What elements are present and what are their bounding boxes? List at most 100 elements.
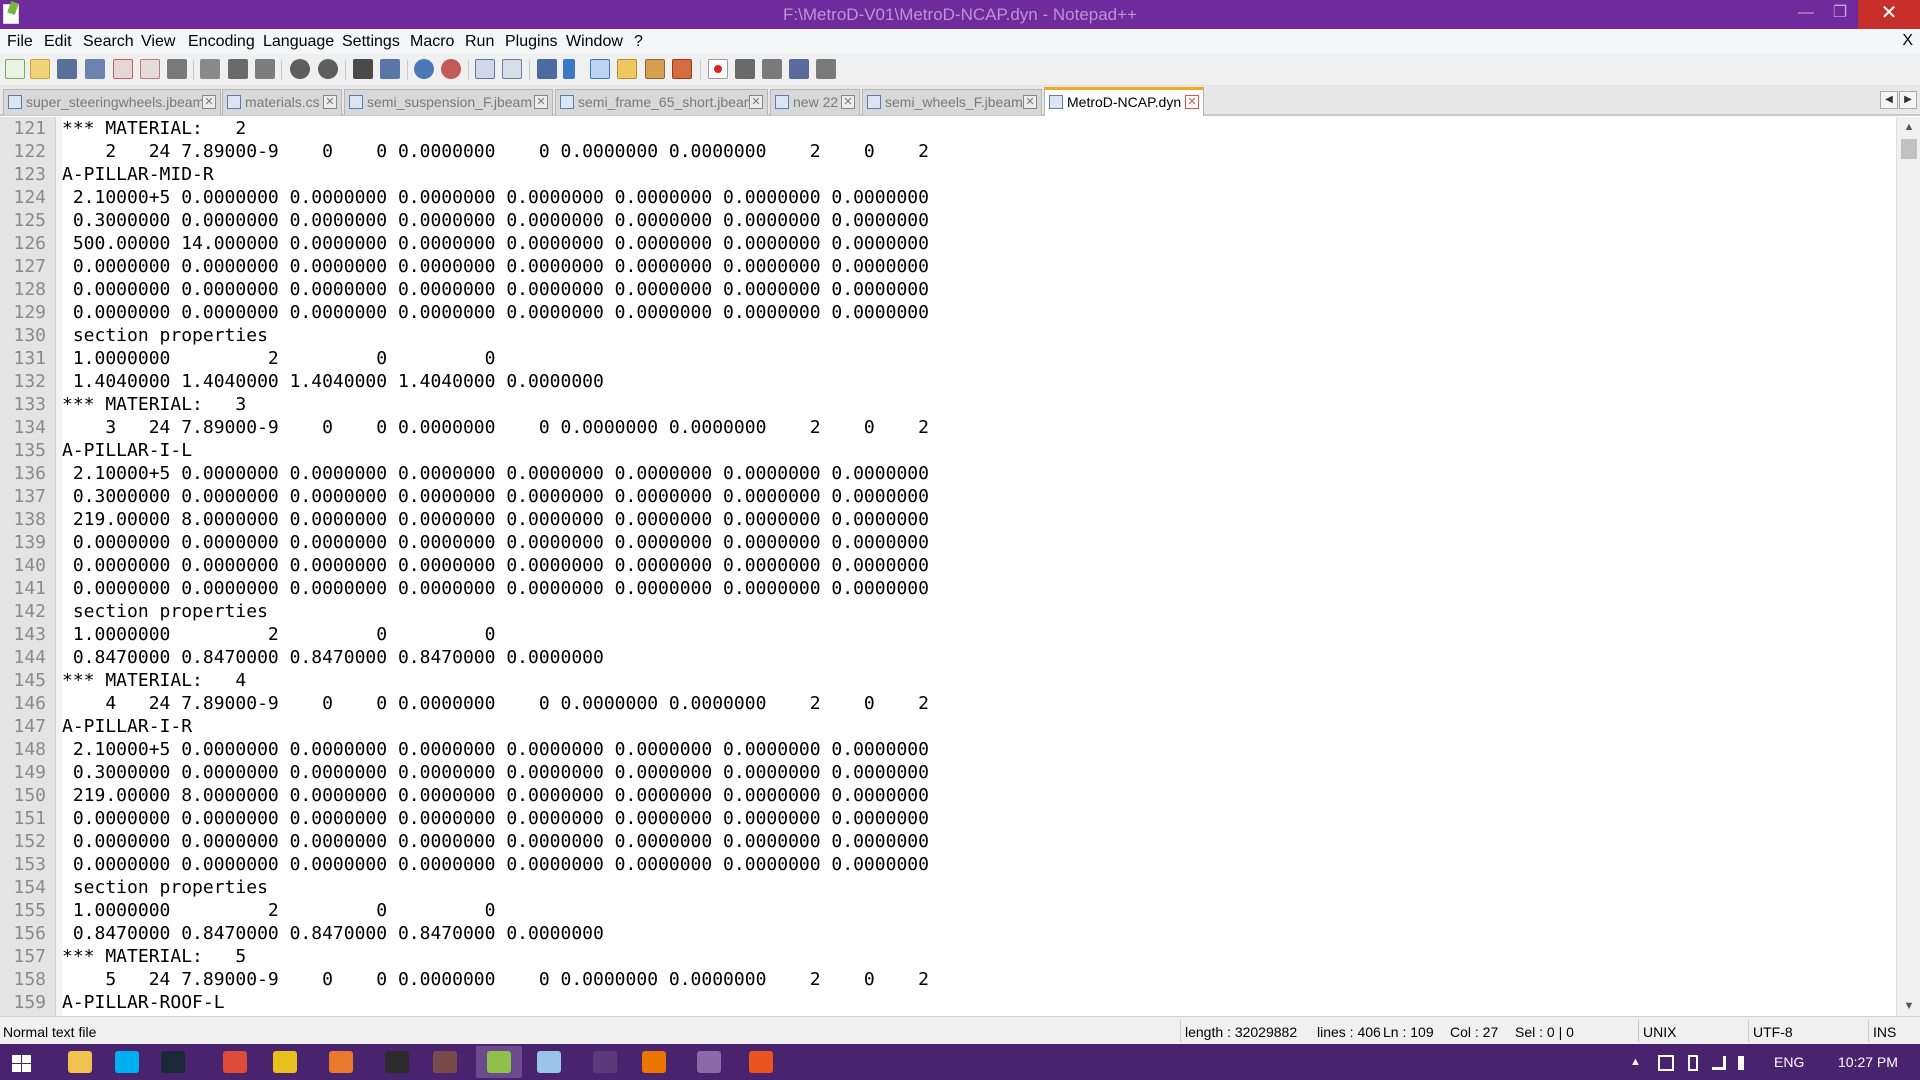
tab-scroll-left-button[interactable]: ◀ — [1880, 91, 1898, 109]
editor-line[interactable]: 153 0.0000000 0.0000000 0.0000000 0.0000… — [0, 853, 1896, 876]
function-list-icon[interactable] — [672, 59, 692, 79]
line-text[interactable]: *** MATERIAL: 3 — [62, 393, 246, 416]
indent-guide-icon[interactable] — [590, 59, 610, 79]
editor-line[interactable]: 150 219.00000 8.0000000 0.0000000 0.0000… — [0, 784, 1896, 807]
volume-icon[interactable] — [1738, 1056, 1752, 1070]
line-text[interactable]: *** MATERIAL: 5 — [62, 945, 246, 968]
menu-plugins[interactable]: Plugins — [505, 33, 557, 51]
language-indicator[interactable]: ENG — [1774, 1054, 1804, 1070]
line-text[interactable]: 1.0000000 2 0 0 — [62, 347, 496, 370]
menu-macro[interactable]: Macro — [410, 33, 454, 51]
line-text[interactable]: 219.00000 8.0000000 0.0000000 0.0000000 … — [62, 508, 929, 531]
line-text[interactable]: 0.0000000 0.0000000 0.0000000 0.0000000 … — [62, 577, 929, 600]
line-text[interactable]: A-PILLAR-ROOF-L — [62, 991, 225, 1014]
editor-line[interactable]: 138 219.00000 8.0000000 0.0000000 0.0000… — [0, 508, 1896, 531]
editor-line[interactable]: 147 A-PILLAR-I-R — [0, 715, 1896, 738]
menu-edit[interactable]: Edit — [44, 33, 72, 51]
show-hidden-icons-button[interactable]: ▲ — [1630, 1056, 1641, 1068]
close-tab-icon[interactable]: ✕ — [841, 95, 855, 109]
editor-line[interactable]: 154 section properties — [0, 876, 1896, 899]
editor-line[interactable]: 132 1.4040000 1.4040000 1.4040000 1.4040… — [0, 370, 1896, 393]
line-text[interactable]: 1.0000000 2 0 0 — [62, 899, 496, 922]
line-text[interactable]: 2 24 7.89000-9 0 0 0.0000000 0 0.0000000… — [62, 140, 929, 163]
close-tab-icon[interactable]: ✕ — [1023, 95, 1037, 109]
editor-line[interactable]: 149 0.3000000 0.0000000 0.0000000 0.0000… — [0, 761, 1896, 784]
close-tab-icon[interactable]: ✕ — [749, 95, 763, 109]
save-macro-icon[interactable] — [816, 59, 836, 79]
tab-semi-frame[interactable]: semi_frame_65_short.jbeam ✕ — [555, 89, 768, 115]
editor-line[interactable]: 127 0.0000000 0.0000000 0.0000000 0.0000… — [0, 255, 1896, 278]
menu-help[interactable]: ? — [634, 33, 643, 51]
line-text[interactable]: 0.0000000 0.0000000 0.0000000 0.0000000 … — [62, 255, 929, 278]
open-file-icon[interactable] — [30, 59, 50, 79]
editor-line[interactable]: 145 *** MATERIAL: 4 — [0, 669, 1896, 692]
line-text[interactable]: 5 24 7.89000-9 0 0 0.0000000 0 0.0000000… — [62, 968, 929, 991]
vertical-scrollbar[interactable]: ▲ ▼ — [1896, 117, 1920, 1016]
find-icon[interactable] — [353, 59, 373, 79]
editor-line[interactable]: 143 1.0000000 2 0 0 — [0, 623, 1896, 646]
editor-line[interactable]: 158 5 24 7.89000-9 0 0 0.0000000 0 0.000… — [0, 968, 1896, 991]
play-macro-icon[interactable] — [762, 59, 782, 79]
line-text[interactable]: 500.00000 14.000000 0.0000000 0.0000000 … — [62, 232, 929, 255]
line-text[interactable]: A-PILLAR-I-L — [62, 439, 192, 462]
editor-line[interactable]: 135 A-PILLAR-I-L — [0, 439, 1896, 462]
line-text[interactable]: 0.3000000 0.0000000 0.0000000 0.0000000 … — [62, 209, 929, 232]
word-wrap-icon[interactable] — [537, 59, 557, 79]
editor-line[interactable]: 156 0.8470000 0.8470000 0.8470000 0.8470… — [0, 922, 1896, 945]
zoom-in-icon[interactable] — [414, 59, 434, 79]
editor-line[interactable]: 134 3 24 7.89000-9 0 0 0.0000000 0 0.000… — [0, 416, 1896, 439]
close-tab-icon[interactable]: ✕ — [1185, 95, 1199, 109]
line-text[interactable]: *** MATERIAL: 2 — [62, 117, 246, 140]
editor-line[interactable]: 123 A-PILLAR-MID-R — [0, 163, 1896, 186]
copy-icon[interactable] — [228, 59, 248, 79]
status-insert-mode[interactable]: INS — [1873, 1024, 1896, 1040]
scroll-up-button[interactable]: ▲ — [1897, 117, 1920, 137]
line-text[interactable]: 0.0000000 0.0000000 0.0000000 0.0000000 … — [62, 554, 929, 577]
editor-line[interactable]: 140 0.0000000 0.0000000 0.0000000 0.0000… — [0, 554, 1896, 577]
taskbar-game-app[interactable] — [422, 1046, 468, 1078]
battery-icon[interactable] — [1688, 1055, 1698, 1071]
taskbar-steam[interactable] — [150, 1046, 196, 1078]
close-tab-icon[interactable]: ✕ — [323, 95, 337, 109]
line-text[interactable]: 0.0000000 0.0000000 0.0000000 0.0000000 … — [62, 278, 929, 301]
line-text[interactable]: 2.10000+5 0.0000000 0.0000000 0.0000000 … — [62, 186, 929, 209]
line-text[interactable]: 0.0000000 0.0000000 0.0000000 0.0000000 … — [62, 807, 929, 830]
start-button[interactable] — [0, 1046, 46, 1078]
taskbar-video-app[interactable] — [582, 1046, 628, 1078]
editor-line[interactable]: 157 *** MATERIAL: 5 — [0, 945, 1896, 968]
editor-line[interactable]: 159 A-PILLAR-ROOF-L — [0, 991, 1896, 1014]
redo-icon[interactable] — [318, 59, 338, 79]
editor-line[interactable]: 125 0.3000000 0.0000000 0.0000000 0.0000… — [0, 209, 1896, 232]
replace-icon[interactable] — [380, 59, 400, 79]
menu-settings[interactable]: Settings — [342, 33, 400, 51]
line-text[interactable]: 0.0000000 0.0000000 0.0000000 0.0000000 … — [62, 531, 929, 554]
editor-line[interactable]: 155 1.0000000 2 0 0 — [0, 899, 1896, 922]
line-text[interactable]: 2.10000+5 0.0000000 0.0000000 0.0000000 … — [62, 738, 929, 761]
taskbar-skype[interactable] — [104, 1046, 150, 1078]
text-editor[interactable]: 121 *** MATERIAL: 2 122 2 24 7.89000-9 0 0… — [0, 117, 1896, 1016]
undo-icon[interactable] — [290, 59, 310, 79]
line-text[interactable]: 0.0000000 0.0000000 0.0000000 0.0000000 … — [62, 830, 929, 853]
close-tab-icon[interactable]: ✕ — [202, 95, 216, 109]
taskbar-ubuntu-app[interactable] — [738, 1046, 784, 1078]
menu-view[interactable]: View — [141, 33, 175, 51]
menu-search[interactable]: Search — [83, 33, 134, 51]
close-file-icon[interactable] — [113, 59, 133, 79]
maximize-button[interactable]: ❐ — [1820, 0, 1860, 29]
line-text[interactable]: 4 24 7.89000-9 0 0 0.0000000 0 0.0000000… — [62, 692, 929, 715]
record-macro-icon[interactable] — [708, 59, 728, 79]
close-window-button[interactable]: ✕ — [1858, 0, 1920, 29]
action-center-icon[interactable] — [1658, 1055, 1674, 1071]
line-text[interactable]: 0.0000000 0.0000000 0.0000000 0.0000000 … — [62, 301, 929, 324]
editor-line[interactable]: 144 0.8470000 0.8470000 0.8470000 0.8470… — [0, 646, 1896, 669]
line-text[interactable]: section properties — [62, 876, 268, 899]
new-file-icon[interactable] — [5, 59, 25, 79]
taskbar-cad-app[interactable] — [686, 1046, 732, 1078]
editor-line[interactable]: 131 1.0000000 2 0 0 — [0, 347, 1896, 370]
close-tab-icon[interactable]: ✕ — [534, 95, 548, 109]
editor-line[interactable]: 121 *** MATERIAL: 2 — [0, 117, 1896, 140]
close-all-icon[interactable] — [140, 59, 160, 79]
folder-icon[interactable] — [617, 59, 637, 79]
tab-semi-wheels[interactable]: semi_wheels_F.jbeam ✕ — [862, 89, 1042, 115]
taskbar-notepad-plus-plus[interactable] — [476, 1046, 522, 1078]
